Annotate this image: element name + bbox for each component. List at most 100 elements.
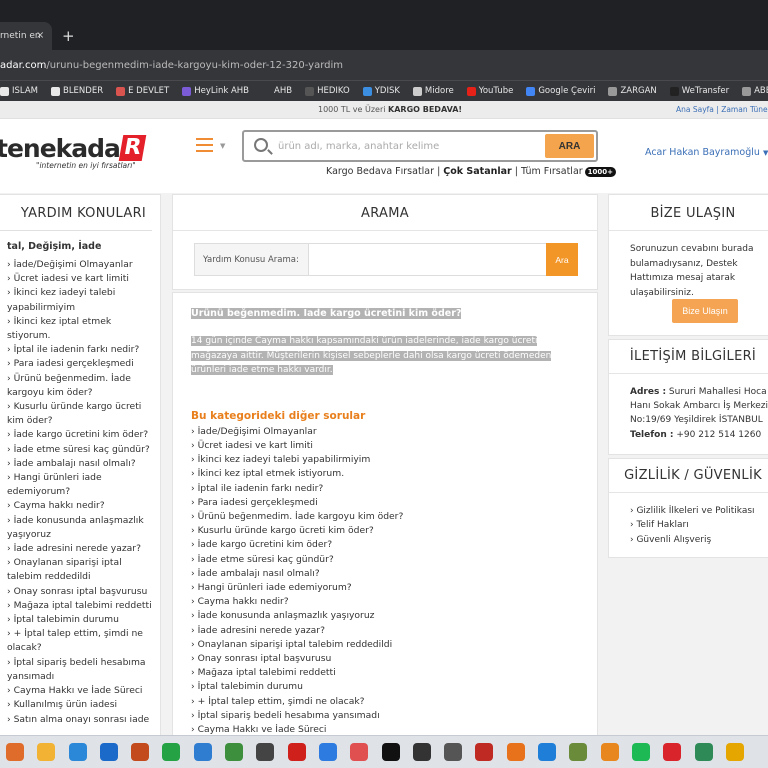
inkscape-icon[interactable]	[412, 743, 431, 761]
notion-icon[interactable]	[381, 743, 400, 761]
address-bar[interactable]: adar.com/urunu-begenmedim-iade-kargoyu-k…	[0, 50, 768, 80]
best-sellers-link[interactable]: Çok Satanlar	[443, 166, 511, 177]
other-question-link[interactable]: › Cayma Hakkı ve İade Süreci	[191, 723, 597, 735]
bookmark-item[interactable]: HeyLink AHB	[182, 86, 249, 96]
mail-icon[interactable]	[99, 743, 118, 761]
bookmark-item[interactable]: AHB	[262, 86, 292, 96]
help-topic-link[interactable]: › İkinci kez iadeyi talebi	[7, 286, 160, 300]
spotify-icon[interactable]	[631, 743, 650, 761]
blender-icon[interactable]	[600, 743, 619, 761]
other-question-link[interactable]: › Para iadesi gerçekleşmedi	[191, 496, 597, 510]
other-question-link[interactable]: › Onaylanan siparişi iptal talebim redde…	[191, 638, 597, 652]
store-icon[interactable]	[318, 743, 337, 761]
free-shipping-link[interactable]: Kargo Bedava Fırsatlar	[326, 166, 434, 177]
help-topic-link[interactable]: › İade/Değişimi Olmayanlar	[7, 258, 160, 272]
privacy-link[interactable]: › Güvenli Alışveriş	[630, 533, 768, 547]
hamburger-menu-icon[interactable]: ▼	[196, 138, 226, 152]
whatsapp-icon[interactable]	[162, 743, 181, 761]
help-topic-link[interactable]: kim öder?	[7, 414, 160, 428]
other-question-link[interactable]: › Ücret iadesi ve kart limiti	[191, 439, 597, 453]
bookmark-item[interactable]: E DEVLET	[116, 86, 169, 96]
help-topic-link[interactable]: › Para iadesi gerçekleşmedi	[7, 357, 160, 371]
file-explorer-icon[interactable]	[37, 743, 56, 761]
record-icon[interactable]	[287, 743, 306, 761]
help-topic-link[interactable]: kargoyu kim öder?	[7, 386, 160, 400]
other-question-link[interactable]: › İade adresini nerede yazar?	[191, 624, 597, 638]
site-logo[interactable]: tenekadaR "internetin en iyi fırsatları"	[0, 134, 156, 174]
bookmark-item[interactable]: YouTube	[466, 86, 513, 96]
bookmark-item[interactable]: Midore	[412, 86, 454, 96]
product-search-button[interactable]: ARA	[545, 134, 594, 158]
other-question-link[interactable]: › İade etme süresi kaç gündür?	[191, 553, 597, 567]
product-search-input[interactable]	[278, 137, 538, 155]
photos-icon[interactable]	[193, 743, 212, 761]
other-question-link[interactable]: › Ürünü beğenmedim. İade kargoyu kim öde…	[191, 510, 597, 524]
help-topic-link[interactable]: › İade etme süresi kaç gündür?	[7, 443, 160, 457]
help-topic-link[interactable]: › Onay sonrası iptal başvurusu	[7, 585, 160, 599]
bookmark-item[interactable]: ISLAM	[0, 86, 38, 96]
help-topic-link[interactable]: › Kullanılmış ürün iadesi	[7, 698, 160, 712]
bookmark-item[interactable]: ABBREVATIONS	[742, 86, 768, 96]
help-topic-link[interactable]: › İade konusunda anlaşmazlık	[7, 514, 160, 528]
other-question-link[interactable]: › Onay sonrası iptal başvurusu	[191, 652, 597, 666]
bookmark-item[interactable]: YDISK	[362, 86, 400, 96]
privacy-link[interactable]: › Gizlilik İlkeleri ve Politikası	[630, 504, 768, 518]
terminal-icon[interactable]	[256, 743, 275, 761]
help-topic-link[interactable]: yansımadı	[7, 670, 160, 684]
other-question-link[interactable]: › İade/Değişimi Olmayanlar	[191, 425, 597, 439]
browser-tab[interactable]: rnetin en ×	[0, 22, 52, 50]
bookmark-item[interactable]: BLENDER	[50, 86, 103, 96]
help-topic-link[interactable]: › İkinci kez iptal etmek	[7, 315, 160, 329]
help-topic-link[interactable]: talebim reddedildi	[7, 570, 160, 584]
other-question-link[interactable]: › İade konusunda anlaşmazlık yaşıyoruz	[191, 609, 597, 623]
help-topic-link[interactable]: › İade kargo ücretini kim öder?	[7, 428, 160, 442]
other-question-link[interactable]: › İkinci kez iadeyi talebi yapabilirmiyi…	[191, 453, 597, 467]
other-question-link[interactable]: › Hangi ürünleri iade edemiyorum?	[191, 581, 597, 595]
all-deals-link[interactable]: Tüm Fırsatlar	[521, 166, 583, 177]
help-topic-link[interactable]: › Mağaza iptal talebimi reddetti	[7, 599, 160, 613]
new-tab-button[interactable]: +	[62, 27, 75, 45]
widgets-icon[interactable]	[6, 743, 24, 761]
grammarly-icon[interactable]	[131, 743, 150, 761]
other-question-link[interactable]: › İptal sipariş bedeli hesabıma yansımad…	[191, 709, 597, 723]
firefox-icon[interactable]	[506, 743, 525, 761]
other-question-link[interactable]: › Kusurlu üründe kargo ücreti kim öder?	[191, 524, 597, 538]
filezilla-icon[interactable]	[475, 743, 494, 761]
settings-icon[interactable]	[569, 743, 588, 761]
tab-close-icon[interactable]: ×	[36, 30, 44, 41]
windows-icon[interactable]	[68, 743, 87, 761]
help-topic-link[interactable]: yaşıyoruz	[7, 528, 160, 542]
user-menu[interactable]: Acar Hakan Bayramoğlu ▼	[645, 147, 768, 158]
help-topic-link[interactable]: olacak?	[7, 641, 160, 655]
top-links[interactable]: Ana Sayfa | Zaman Tüneli |	[676, 105, 768, 114]
other-question-link[interactable]: › İkinci kez iptal etmek istiyorum.	[191, 467, 597, 481]
help-topic-link[interactable]: › Cayma hakkı nedir?	[7, 499, 160, 513]
other-question-link[interactable]: › + İptal talep ettim, şimdi ne olacak?	[191, 695, 597, 709]
opera-icon[interactable]	[663, 743, 682, 761]
help-topic-link[interactable]: › İptal talebimin durumu	[7, 613, 160, 627]
help-topic-link[interactable]: yapabilirmiyim	[7, 301, 160, 315]
help-topic-link[interactable]: › + İptal talep ettim, şimdi ne	[7, 627, 160, 641]
help-topic-link[interactable]: › İptal ile iadenin farkı nedir?	[7, 343, 160, 357]
publisher-icon[interactable]	[694, 743, 713, 761]
other-question-link[interactable]: › İade ambalajı nasıl olmalı?	[191, 567, 597, 581]
edge-icon[interactable]	[538, 743, 557, 761]
other-question-link[interactable]: › İptal ile iadenin farkı nedir?	[191, 482, 597, 496]
other-question-link[interactable]: › Mağaza iptal talebimi reddetti	[191, 666, 597, 680]
sketch-icon[interactable]	[225, 743, 244, 761]
help-topic-link[interactable]: stiyorum.	[7, 329, 160, 343]
help-category[interactable]: tal, Değişim, İade	[7, 241, 160, 252]
other-question-link[interactable]: › İptal talebimin durumu	[191, 680, 597, 694]
bookmark-item[interactable]: Google Çeviri	[526, 86, 595, 96]
help-topic-link[interactable]: › Ürünü beğenmedim. İade	[7, 372, 160, 386]
bookmark-item[interactable]: WeTransfer	[669, 86, 729, 96]
help-topic-link[interactable]: › Hangi ürünleri iade	[7, 471, 160, 485]
chrome-icon[interactable]	[725, 743, 744, 761]
help-topic-link[interactable]: › Kusurlu üründe kargo ücreti	[7, 400, 160, 414]
other-question-link[interactable]: › Cayma hakkı nedir?	[191, 595, 597, 609]
contact-us-button[interactable]: Bize Ulaşın	[672, 299, 738, 323]
help-topic-link[interactable]: › Ücret iadesi ve kart limiti	[7, 272, 160, 286]
help-search-button[interactable]: Ara	[546, 243, 578, 276]
help-search-input[interactable]	[308, 244, 546, 275]
help-topic-link[interactable]: › Cayma Hakkı ve İade Süreci	[7, 684, 160, 698]
